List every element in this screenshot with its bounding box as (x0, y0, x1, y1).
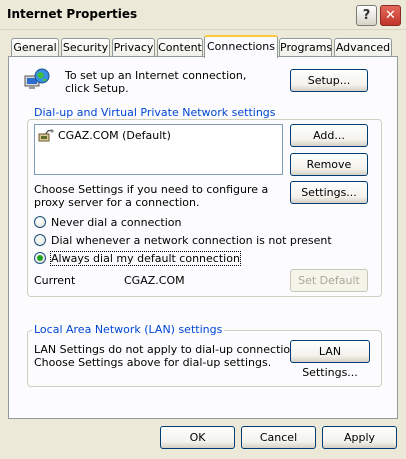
tab-general[interactable]: General (11, 38, 59, 57)
lan-group-label: Local Area Network (LAN) settings (32, 323, 225, 336)
radio-button[interactable] (34, 216, 46, 228)
lan-description-line2: Choose Settings above for dial-up settin… (34, 356, 272, 369)
lan-settings-button[interactable]: LAN Settings... (290, 340, 370, 379)
setup-button[interactable]: Setup... (290, 69, 368, 92)
setup-description: To set up an Internet connection, click … (65, 69, 247, 95)
help-icon: ? (362, 8, 371, 23)
add-button[interactable]: Add... (290, 124, 368, 147)
tab-advanced[interactable]: Advanced (334, 38, 392, 57)
radio-label: Always dial my default connection (50, 251, 241, 266)
radio-button[interactable] (34, 234, 46, 246)
radio-selected-dot (37, 255, 43, 261)
set-default-button[interactable]: Set Default (290, 269, 368, 292)
radio-dial-whenever[interactable]: Dial whenever a network connection is no… (34, 233, 354, 247)
proxy-description: Choose Settings if you need to configure… (34, 183, 269, 209)
radio-always-dial[interactable]: Always dial my default connection (34, 251, 354, 266)
tab-content[interactable]: Content (157, 38, 203, 57)
help-button[interactable]: ? (356, 5, 377, 26)
radio-label: Never dial a connection (51, 216, 182, 229)
dialup-connection-icon (38, 128, 54, 144)
close-button[interactable]: ✕ (380, 5, 401, 26)
dialup-group-label: Dial-up and Virtual Private Network sett… (32, 106, 278, 119)
ok-button[interactable]: OK (160, 426, 235, 449)
connection-name: CGAZ.COM (Default) (58, 129, 171, 142)
tab-programs[interactable]: Programs (279, 38, 332, 57)
connections-panel: To set up an Internet connection, click … (8, 56, 398, 419)
close-icon: ✕ (385, 8, 396, 23)
settings-button[interactable]: Settings... (290, 181, 368, 204)
internet-properties-window: Internet Properties ? ✕ General Security… (0, 0, 406, 459)
radio-label: Dial whenever a network connection is no… (51, 234, 332, 247)
radio-button[interactable] (34, 252, 46, 264)
tab-connections[interactable]: Connections (204, 35, 278, 58)
current-label: Current (34, 274, 76, 287)
title-bar: Internet Properties ? ✕ (0, 0, 406, 30)
globe-computer-icon (23, 67, 51, 93)
current-value: CGAZ.COM (124, 274, 185, 287)
lan-description-line1: LAN Settings do not apply to dial-up con… (34, 343, 307, 356)
tab-privacy[interactable]: Privacy (112, 38, 155, 57)
remove-button[interactable]: Remove (290, 153, 368, 176)
radio-never-dial[interactable]: Never dial a connection (34, 215, 334, 229)
tab-security[interactable]: Security (61, 38, 110, 57)
apply-button[interactable]: Apply (322, 426, 397, 449)
window-title: Internet Properties (7, 7, 138, 21)
connections-listbox[interactable]: CGAZ.COM (Default) (34, 124, 283, 175)
cancel-button[interactable]: Cancel (241, 426, 316, 449)
